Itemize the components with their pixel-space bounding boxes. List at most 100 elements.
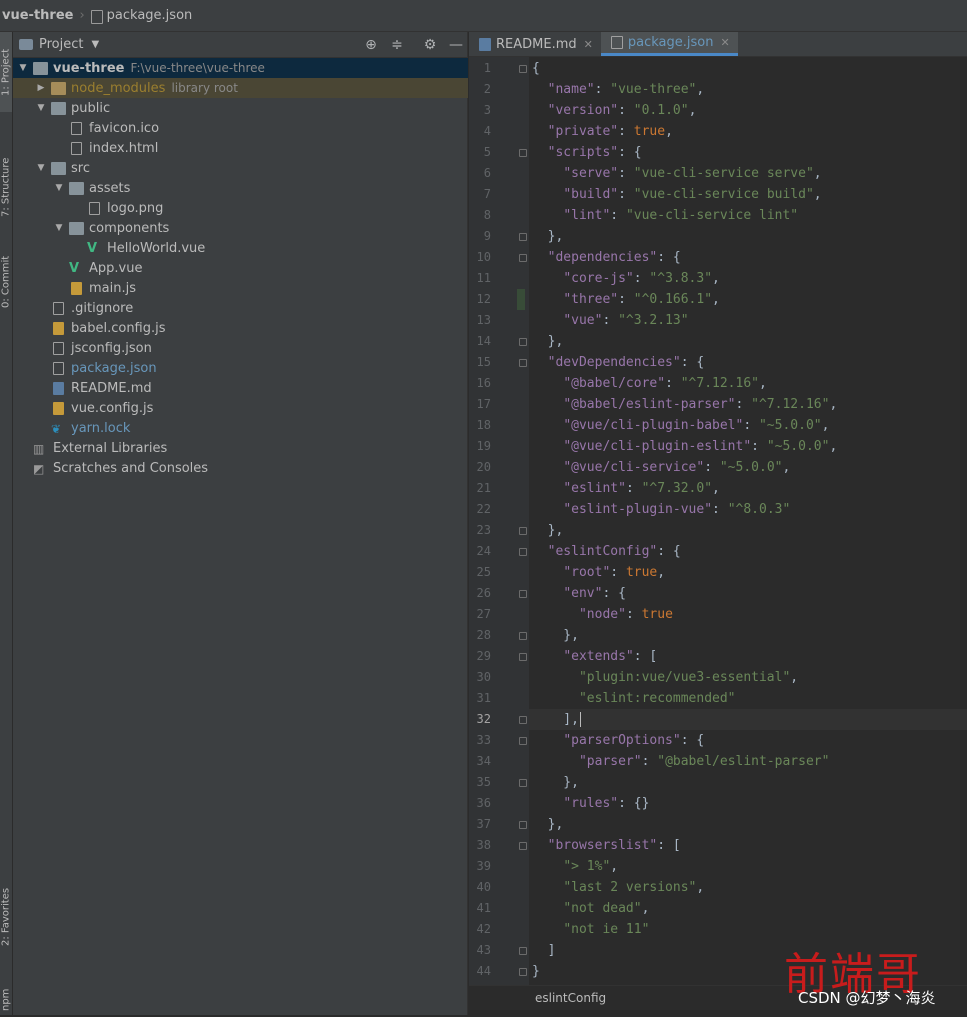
tree-node[interactable]: index.html [13,138,468,158]
tool-tab-project[interactable]: 1: Project [0,32,12,112]
code-token: : [618,166,634,181]
tree-node[interactable]: .gitignore [13,298,468,318]
fold-toggle-icon[interactable] [519,527,527,535]
line-number: 3 [483,103,491,117]
fold-toggle-icon[interactable] [519,590,527,598]
code-token: "^3.2.13" [618,313,689,328]
code-token: "~5.0.0" [758,418,822,433]
line-number: 35 [476,775,491,789]
tree-node-label: assets [89,180,131,196]
locate-file-icon[interactable]: ⊕ [362,36,380,54]
tree-node[interactable]: ▼ public [13,98,468,118]
tree-node[interactable]: ▼ assets [13,178,468,198]
code-token: : [641,754,658,769]
code-token: ], [532,712,579,727]
editor-tab-label: README.md [496,36,577,52]
tree-node[interactable]: logo.png [13,198,468,218]
chevron-down-icon[interactable]: ▼ [91,39,99,50]
expanded-arrow-icon[interactable]: ▼ [53,223,65,233]
line-number: 42 [476,922,491,936]
tool-tab-commit[interactable]: 0: Commit [0,247,12,317]
expanded-arrow-icon[interactable]: ▼ [53,183,65,193]
breadcrumb-project[interactable]: vue-three [0,8,73,23]
tree-node[interactable]: ▼ src [13,158,468,178]
line-number: 29 [476,649,491,663]
tree-node[interactable]: main.js [13,278,468,298]
code-token: : { [657,544,681,559]
fold-toggle-icon[interactable] [519,548,527,556]
code-token: : { [680,733,705,748]
yarn-file-icon: ❦ [51,421,62,436]
code-token: "eslint" [563,481,626,496]
fold-toggle-icon[interactable] [519,359,527,367]
code-editor[interactable]: { "name": "vue-three", "version": "0.1.0… [529,57,967,985]
code-line: "extends": [ [529,646,967,667]
structure-breadcrumb[interactable]: eslintConfig [535,991,606,1005]
fold-toggle-icon[interactable] [519,149,527,157]
code-line: "eslint:recommended" [529,688,967,709]
fold-toggle-icon[interactable] [519,338,527,346]
code-line: "parser": "@babel/eslint-parser" [529,751,967,772]
fold-toggle-icon[interactable] [519,968,527,976]
editor-tab[interactable]: package.json ✕ [600,32,738,56]
tree-node[interactable]: babel.config.js [13,318,468,338]
fold-toggle-icon[interactable] [519,632,527,640]
fold-toggle-icon[interactable] [519,653,527,661]
collapse-all-icon[interactable]: ≑ [388,36,406,54]
tree-node[interactable]: ▶ node_modules library root [13,78,468,98]
fold-toggle-icon[interactable] [519,65,527,73]
tool-tab-favorites[interactable]: 2: Favorites [0,862,12,972]
tree-node[interactable]: jsconfig.json [13,338,468,358]
expanded-arrow-icon[interactable]: ▼ [17,63,29,73]
tree-node[interactable]: vue.config.js [13,398,468,418]
fold-toggle-icon[interactable] [519,821,527,829]
line-number: 5 [483,145,491,159]
code-token: , [829,397,838,412]
tree-node[interactable]: package.json [13,358,468,378]
close-icon[interactable]: ✕ [720,36,729,49]
tree-node[interactable]: ▼ vue-three F:\vue-three\vue-three [13,58,468,78]
line-number: 33 [476,733,491,747]
line-number: 12 [476,292,491,306]
project-view-selector[interactable]: Project [39,37,83,52]
tree-node[interactable]: README.md [13,378,468,398]
fold-toggle-icon[interactable] [519,842,527,850]
tree-node[interactable]: ▼ components [13,218,468,238]
line-number: 20 [476,460,491,474]
close-icon[interactable]: ✕ [584,38,593,51]
fold-toggle-icon[interactable] [519,737,527,745]
tree-node[interactable]: favicon.ico [13,118,468,138]
hide-panel-icon[interactable]: — [447,36,465,54]
tree-node[interactable]: V App.vue [13,258,468,278]
fold-toggle-icon[interactable] [519,233,527,241]
code-line: }, [529,226,967,247]
line-number: 38 [476,838,491,852]
collapsed-arrow-icon[interactable]: ▶ [35,83,47,93]
tool-tab-structure[interactable]: 7: Structure [0,132,12,242]
editor-tab[interactable]: README.md ✕ [469,32,601,56]
fold-toggle-icon[interactable] [519,947,527,955]
tool-tab-npm[interactable]: npm [0,982,12,1017]
code-token: } [532,964,540,979]
gear-icon[interactable]: ⚙ [421,36,439,54]
line-number: 14 [476,334,491,348]
fold-toggle-icon[interactable] [519,254,527,262]
breadcrumb-file[interactable]: package.json [107,8,193,23]
tree-node[interactable]: V HelloWorld.vue [13,238,468,258]
tree-node[interactable]: ▥ External Libraries [13,438,468,458]
expanded-arrow-icon[interactable]: ▼ [35,163,47,173]
tree-node[interactable]: ◩ Scratches and Consoles [13,458,468,478]
code-token: }, [532,334,564,349]
tree-node[interactable]: ❦ yarn.lock [13,418,468,438]
fold-toggle-icon[interactable] [519,716,527,724]
expanded-arrow-icon[interactable]: ▼ [35,103,47,113]
code-line: "eslintConfig": { [529,541,967,562]
code-line: "eslint": "^7.32.0", [529,478,967,499]
fold-toggle-icon[interactable] [519,779,527,787]
